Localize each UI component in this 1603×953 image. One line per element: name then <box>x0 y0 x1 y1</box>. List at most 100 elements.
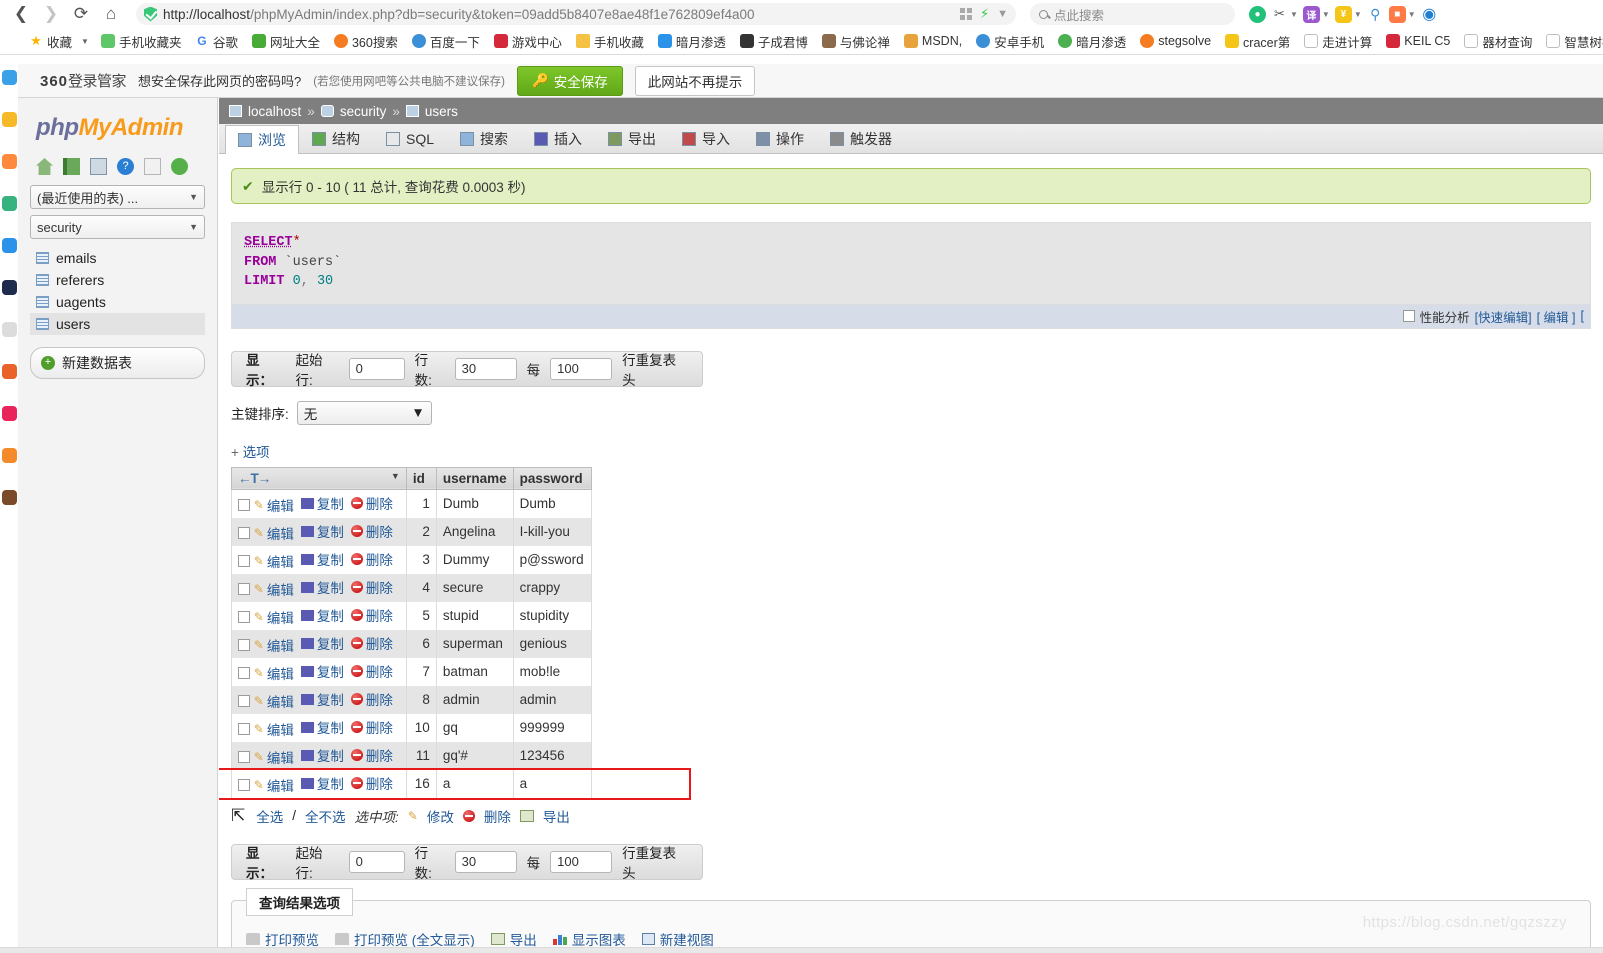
row-checkbox[interactable] <box>238 751 250 764</box>
edit-link[interactable]: [ 编辑 ] <box>1537 307 1576 326</box>
bookmark-item[interactable]: MSDN, <box>897 34 969 48</box>
bookmark-item[interactable]: 游戏中心 <box>487 32 569 51</box>
cell-id[interactable]: 5 <box>405 601 437 630</box>
row-checkbox[interactable] <box>238 667 250 680</box>
address-bar-actions[interactable]: ⚡ ▼ <box>959 6 1008 22</box>
table-row[interactable]: ✎ 编辑 复制 删除 2 Angelina I-kill-you <box>231 517 592 546</box>
cell-id[interactable]: 3 <box>405 545 437 574</box>
extension-magnifier[interactable]: ⚲ <box>1367 6 1384 23</box>
chevron-down-icon[interactable]: ▼ <box>1290 10 1298 19</box>
bookmark-item[interactable]: cracer第 <box>1218 32 1297 51</box>
query-option-link[interactable]: 新建视图 <box>641 929 714 949</box>
search-input[interactable]: 点此搜索 <box>1030 3 1235 25</box>
cell-password[interactable]: p@ssword <box>512 545 592 574</box>
cell-id[interactable]: 11 <box>405 741 437 770</box>
database-select[interactable]: security ▼ <box>30 215 205 239</box>
bookmark-item[interactable]: ★ 收藏 <box>22 32 79 51</box>
bookmark-item[interactable]: 器材查询 <box>1457 32 1539 51</box>
table-row[interactable]: ✎ 编辑 复制 删除 16 a a <box>231 769 592 798</box>
address-bar[interactable]: http://localhost/phpMyAdmin/index.php?db… <box>136 3 1016 25</box>
chevron-down-icon[interactable]: ▼ <box>1322 10 1330 19</box>
query-option-link[interactable]: 导出 <box>490 929 537 949</box>
bookmark-item[interactable]: 百度一下 <box>405 32 487 51</box>
cell-id[interactable]: 2 <box>405 517 437 546</box>
cell-password[interactable]: Dumb <box>512 489 592 518</box>
bookmark-item[interactable]: 手机收藏夹 <box>94 32 188 51</box>
cell-password[interactable]: I-kill-you <box>512 517 592 546</box>
edge-app-icon[interactable] <box>2 238 17 253</box>
edit-row-link[interactable]: ✎ 编辑 <box>254 607 294 627</box>
cell-id[interactable]: 4 <box>405 573 437 602</box>
bookmark-item[interactable]: G 谷歌 <box>188 32 245 51</box>
extension-browser-menu[interactable]: ◉ <box>1421 6 1438 23</box>
sidebar-table-users[interactable]: users <box>30 313 205 335</box>
cell-username[interactable]: stupid <box>435 601 514 630</box>
breadcrumb-table[interactable]: users <box>425 104 458 119</box>
recent-tables-select[interactable]: (最近使用的表) ... ▼ <box>30 185 205 209</box>
copy-row-link[interactable]: 复制 <box>300 633 344 653</box>
cell-id[interactable]: 16 <box>405 769 437 798</box>
cell-password[interactable]: mob!le <box>512 657 592 686</box>
cell-id[interactable]: 1 <box>405 489 437 518</box>
edit-row-link[interactable]: ✎ 编辑 <box>254 775 294 795</box>
cell-username[interactable]: Dummy <box>435 545 514 574</box>
start-row-input-top[interactable] <box>348 357 405 380</box>
edit-row-link[interactable]: ✎ 编辑 <box>254 523 294 543</box>
table-row[interactable]: ✎ 编辑 复制 删除 4 secure crappy <box>231 573 592 602</box>
copy-row-link[interactable]: 复制 <box>300 689 344 709</box>
delete-row-link[interactable]: 删除 <box>350 493 393 513</box>
delete-row-link[interactable]: 删除 <box>350 689 393 709</box>
cell-id[interactable]: 7 <box>405 657 437 686</box>
cell-id[interactable]: 10 <box>405 713 437 742</box>
delete-row-link[interactable]: 删除 <box>350 605 393 625</box>
chevron-down-icon[interactable]: ▼ <box>391 471 400 481</box>
row-checkbox[interactable] <box>238 779 250 792</box>
cell-password[interactable]: crappy <box>512 573 592 602</box>
extension-wallet[interactable]: ¥ ▼ <box>1334 5 1362 23</box>
cell-username[interactable]: gq'# <box>435 741 514 770</box>
row-checkbox[interactable] <box>238 639 250 652</box>
bookmark-item[interactable]: 暗月渗透 <box>1051 32 1133 51</box>
column-header-username[interactable]: username <box>435 466 514 490</box>
help-icon[interactable]: ? <box>117 158 134 175</box>
inline-edit-link[interactable]: [快速编辑] <box>1475 307 1532 326</box>
more-actions-link[interactable]: [ <box>1581 309 1584 323</box>
start-row-input-bottom[interactable] <box>348 850 405 873</box>
cell-username[interactable]: Dumb <box>435 489 514 518</box>
row-checkbox[interactable] <box>238 695 250 708</box>
tab-导入[interactable]: 导入 <box>669 124 743 153</box>
edge-app-icon[interactable] <box>2 196 17 211</box>
bookmark-item[interactable]: 走进计算 <box>1297 32 1379 51</box>
bookmark-item[interactable]: 子成君博 <box>733 32 815 51</box>
copy-row-link[interactable]: 复制 <box>300 717 344 737</box>
extension-scissors[interactable]: ✂ ▼ <box>1271 6 1298 23</box>
table-row[interactable]: ✎ 编辑 复制 删除 6 superman genious <box>231 629 592 658</box>
delete-selected-link[interactable]: 删除 <box>484 806 511 826</box>
extension-game[interactable]: ■ ▼ <box>1388 5 1416 23</box>
bookmark-item[interactable]: stegsolve <box>1133 34 1218 48</box>
modify-selected-link[interactable]: 修改 <box>427 806 454 826</box>
copy-row-link[interactable]: 复制 <box>300 549 344 569</box>
unselect-all-link[interactable]: 全不选 <box>305 806 346 826</box>
delete-row-link[interactable]: 删除 <box>350 745 393 765</box>
repeat-header-input-top[interactable] <box>550 357 613 380</box>
bookmarks-dropdown-caret[interactable]: ▼ <box>79 37 94 46</box>
cell-username[interactable]: secure <box>435 573 514 602</box>
edit-row-link[interactable]: ✎ 编辑 <box>254 495 294 515</box>
tab-插入[interactable]: 插入 <box>521 124 595 153</box>
bookmark-item[interactable]: 网址大全 <box>245 32 327 51</box>
delete-row-link[interactable]: 删除 <box>350 549 393 569</box>
chevron-down-icon[interactable]: ▼ <box>997 8 1008 20</box>
cell-username[interactable]: admin <box>435 685 514 714</box>
row-count-input-bottom[interactable] <box>454 850 517 873</box>
tab-触发器[interactable]: 触发器 <box>817 124 905 153</box>
edge-app-icon[interactable] <box>2 490 17 505</box>
column-header-password[interactable]: password <box>512 466 592 490</box>
copy-row-link[interactable]: 复制 <box>300 773 344 793</box>
edge-app-icon[interactable] <box>2 70 17 85</box>
cell-username[interactable]: gq <box>435 713 514 742</box>
row-checkbox[interactable] <box>238 723 250 736</box>
cell-password[interactable]: stupidity <box>512 601 592 630</box>
bookmark-item[interactable]: 与佛论禅 <box>815 32 897 51</box>
tab-浏览[interactable]: 浏览 <box>225 125 299 154</box>
